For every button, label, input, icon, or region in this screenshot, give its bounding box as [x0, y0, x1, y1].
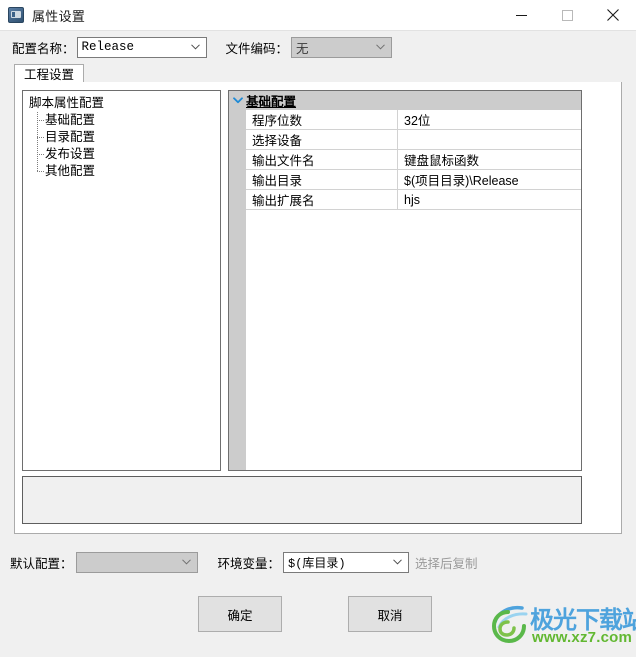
chevron-down-icon [376, 44, 385, 50]
property-category-header[interactable]: 基础配置 [229, 91, 581, 110]
config-toolbar: 配置名称： Release 文件编码： 无 [0, 30, 636, 64]
default-config-label: 默认配置： [10, 556, 73, 571]
config-name-select[interactable]: Release [76, 36, 207, 58]
property-row[interactable]: 输出扩展名 hjs [246, 190, 581, 210]
chevron-down-icon[interactable] [229, 97, 246, 104]
maximize-button[interactable] [544, 0, 590, 30]
tree-item-label: 发布设置 [45, 147, 96, 161]
property-value[interactable]: 32位 [398, 110, 581, 129]
config-name-label: 配置名称： [12, 41, 75, 56]
minimize-icon [515, 14, 527, 16]
tab-content-panel: 脚本属性配置 基础配置 目录配置 发布设置 其他配置 基础配置 程序位数 32位… [14, 82, 622, 534]
tab-project-settings[interactable]: 工程设置 [14, 64, 85, 83]
tree-item-label: 目录配置 [45, 130, 96, 144]
encoding-value: 无 [296, 41, 309, 56]
tree-item-label: 基础配置 [45, 113, 96, 127]
property-name: 程序位数 [246, 110, 398, 129]
close-icon [607, 9, 619, 21]
property-grid[interactable]: 基础配置 程序位数 32位 选择设备 输出文件名 键盘鼠标函数 输出目录 $(项… [228, 90, 582, 471]
title-bar: 属性设置 [0, 0, 636, 31]
tree-root-label: 脚本属性配置 [29, 96, 105, 110]
property-value[interactable]: hjs [398, 190, 581, 209]
property-grid-body: 基础配置 程序位数 32位 选择设备 输出文件名 键盘鼠标函数 输出目录 $(项… [229, 91, 581, 470]
property-row[interactable]: 选择设备 [246, 130, 581, 150]
property-value[interactable] [398, 130, 581, 149]
property-value[interactable]: 键盘鼠标函数 [398, 150, 581, 169]
close-button[interactable] [590, 0, 636, 30]
tree-item-basic-config[interactable]: 基础配置 [37, 112, 220, 129]
minimize-button[interactable] [498, 0, 544, 30]
encoding-label: 文件编码： [225, 41, 289, 56]
env-var-select[interactable]: $(库目录) [283, 551, 410, 573]
property-category-label: 基础配置 [246, 95, 297, 109]
tree-root-node[interactable]: 脚本属性配置 [23, 95, 220, 112]
chevron-down-icon [393, 559, 402, 565]
window-controls [498, 0, 636, 30]
property-name: 输出目录 [246, 170, 398, 189]
window-title: 属性设置 [32, 8, 86, 24]
property-value[interactable]: $(项目目录)\Release [398, 170, 581, 189]
property-row[interactable]: 输出文件名 键盘鼠标函数 [246, 150, 581, 170]
property-name: 输出扩展名 [246, 190, 398, 209]
tree-children: 基础配置 目录配置 发布设置 其他配置 [23, 112, 220, 180]
settings-tree[interactable]: 脚本属性配置 基础配置 目录配置 发布设置 其他配置 [22, 90, 221, 471]
property-name: 输出文件名 [246, 150, 398, 169]
property-rows: 程序位数 32位 选择设备 输出文件名 键盘鼠标函数 输出目录 $(项目目录)\… [246, 110, 581, 210]
default-config-select[interactable] [75, 551, 198, 573]
cancel-button-label: 取消 [377, 608, 403, 623]
property-row[interactable]: 输出目录 $(项目目录)\Release [246, 170, 581, 190]
tree-item-directory-config[interactable]: 目录配置 [37, 129, 220, 146]
tree-item-other-config[interactable]: 其他配置 [37, 163, 220, 180]
maximize-icon [561, 9, 573, 21]
env-var-value: $(库目录) [288, 556, 346, 571]
env-var-label: 环境变量： [217, 556, 281, 571]
dialog-button-bar: 确定 取消 [0, 596, 636, 634]
tree-item-publish-settings[interactable]: 发布设置 [37, 146, 220, 163]
chevron-down-icon [181, 559, 191, 565]
config-name-value: Release [81, 40, 135, 54]
property-name: 选择设备 [246, 130, 398, 149]
encoding-select[interactable]: 无 [291, 36, 393, 58]
ok-button[interactable]: 确定 [198, 596, 282, 632]
description-box [22, 476, 582, 524]
cancel-button[interactable]: 取消 [348, 596, 432, 632]
tree-item-label: 其他配置 [45, 164, 96, 178]
ok-button-label: 确定 [227, 608, 253, 623]
bottom-toolbar: 默认配置： 环境变量： $(库目录) 选择后复制 [0, 548, 636, 576]
chevron-down-icon [190, 44, 200, 50]
app-icon [8, 7, 24, 23]
property-row[interactable]: 程序位数 32位 [246, 110, 581, 130]
property-grid-gutter [229, 91, 246, 470]
tab-strip: 工程设置 [14, 64, 622, 83]
tab-label: 工程设置 [24, 68, 75, 82]
copy-hint-text: 选择后复制 [415, 556, 478, 571]
